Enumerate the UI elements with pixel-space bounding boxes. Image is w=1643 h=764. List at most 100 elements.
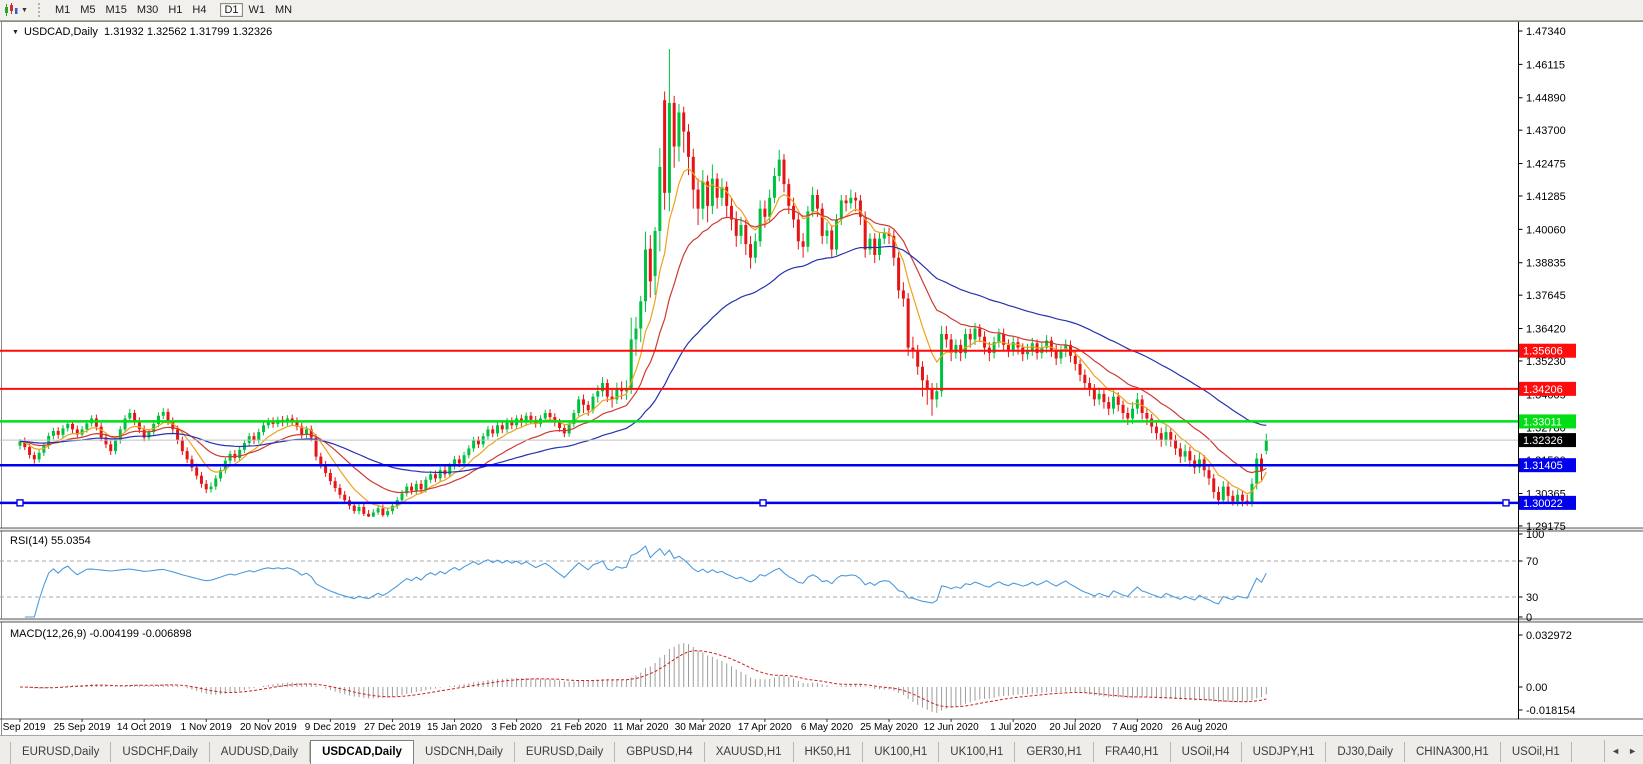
svg-text:17 Apr 2020: 17 Apr 2020 (738, 722, 792, 733)
macd-pane: 0.032972 0.00 -0.018154 (19, 630, 1576, 717)
timeframe-button-m1[interactable]: M1 (51, 3, 74, 17)
pane-frame (0, 21, 1643, 720)
ma-fast-line (19, 167, 1267, 509)
svg-text:0: 0 (1526, 612, 1532, 624)
svg-text:1.33011: 1.33011 (1523, 416, 1562, 428)
chart-tab-fra40-h1[interactable]: FRA40,H1 (1094, 742, 1171, 762)
chart-tab-uk100-h1[interactable]: UK100,H1 (863, 742, 940, 762)
moving-averages (19, 167, 1267, 509)
tab-bar-corner (0, 742, 11, 764)
chart-tab-usdchf-daily[interactable]: USDCHF,Daily (111, 742, 210, 762)
svg-text:7 Aug 2020: 7 Aug 2020 (1112, 722, 1163, 733)
svg-text:100: 100 (1526, 529, 1544, 541)
rsi-pane: 100 70 30 0 (0, 529, 1544, 624)
line-handle (16, 499, 24, 507)
macd-signal-line (19, 650, 1267, 708)
chart-tab-eurusd-daily[interactable]: EURUSD,Daily (11, 742, 112, 762)
svg-text:21 Feb 2020: 21 Feb 2020 (551, 722, 608, 733)
rsi-line (24, 545, 1267, 618)
price-axis[interactable]: 1.47340 1.46115 1.44890 1.43700 1.42475 1.412… (1518, 26, 1577, 533)
svg-text:0.032972: 0.032972 (1526, 630, 1572, 642)
timeframe-button-m30[interactable]: M30 (133, 3, 162, 17)
ohlc-values: 1.31932 1.32562 1.31799 1.32326 (104, 26, 273, 38)
line-handle (1502, 499, 1510, 507)
chart-tab-usdcad-daily[interactable]: USDCAD,Daily (310, 740, 414, 764)
svg-text:70: 70 (1526, 556, 1538, 568)
svg-text:1.40060: 1.40060 (1526, 224, 1566, 236)
tab-scroll-right-icon[interactable]: ► (1628, 746, 1637, 756)
chart-tab-ger30-h1[interactable]: GER30,H1 (1015, 742, 1094, 762)
svg-text:11 Mar 2020: 11 Mar 2020 (613, 722, 669, 733)
chart-tab-china300-h1[interactable]: CHINA300,H1 (1405, 742, 1501, 762)
svg-text:1.35606: 1.35606 (1523, 346, 1563, 358)
svg-text:25 May 2020: 25 May 2020 (860, 722, 918, 733)
svg-text:30: 30 (1526, 592, 1538, 604)
svg-text:1.44890: 1.44890 (1526, 93, 1566, 105)
chart-tab-usdjpy-h1[interactable]: USDJPY,H1 (1242, 742, 1327, 762)
chart-tab-bar: EURUSD,Daily USDCHF,Daily AUDUSD,Daily USDC… (0, 735, 1643, 764)
timeframe-button-w1[interactable]: W1 (245, 3, 270, 17)
svg-text:1.32326: 1.32326 (1523, 435, 1563, 447)
chart-tab-audusd-daily[interactable]: AUDUSD,Daily (210, 742, 311, 762)
svg-text:15 Jan 2020: 15 Jan 2020 (427, 722, 482, 733)
svg-text:12 Jun 2020: 12 Jun 2020 (924, 722, 979, 733)
svg-text:1.36420: 1.36420 (1526, 324, 1566, 336)
line-handle (759, 499, 767, 507)
svg-text:1.35230: 1.35230 (1526, 356, 1566, 368)
svg-text:3 Feb 2020: 3 Feb 2020 (491, 722, 542, 733)
chart-canvas[interactable]: 1.47340 1.46115 1.44890 1.43700 1.42475 1.412… (0, 21, 1643, 735)
svg-text:1.30022: 1.30022 (1523, 498, 1563, 510)
svg-text:1.42475: 1.42475 (1526, 159, 1566, 171)
chart-tab-dj30-daily[interactable]: DJ30,Daily (1326, 742, 1405, 762)
timeframe-button-m15[interactable]: M15 (102, 3, 131, 17)
chart-title: ▼ USDCAD,Daily 1.31932 1.32562 1.31799 1.… (12, 26, 272, 38)
rsi-indicator-label: RSI(14) 55.0354 (10, 535, 91, 547)
chart-tab-eurusd-daily[interactable]: EURUSD,Daily (515, 742, 616, 762)
svg-text:6 Sep 2019: 6 Sep 2019 (0, 722, 46, 733)
chart-type-button[interactable]: ▼ (0, 3, 32, 17)
svg-text:1.41285: 1.41285 (1526, 191, 1566, 203)
timeframe-toolbar: ▼ M1 M5 M15 M30 H1 H4 D1 W1 MN (0, 0, 1643, 21)
timeframe-buttons: M1 M5 M15 M30 H1 H4 D1 W1 MN (50, 2, 305, 18)
chart-tab-usoil-h4[interactable]: USOil,H4 (1171, 742, 1242, 762)
svg-text:30 Mar 2020: 30 Mar 2020 (675, 722, 732, 733)
svg-text:1.43700: 1.43700 (1526, 125, 1566, 137)
svg-text:1 Jul 2020: 1 Jul 2020 (990, 722, 1037, 733)
svg-text:-0.018154: -0.018154 (1526, 705, 1576, 717)
timeframe-button-m5[interactable]: M5 (76, 3, 99, 17)
chart-tab-uk100-h1[interactable]: UK100,H1 (939, 742, 1016, 762)
chart-tab-xauusd-h1[interactable]: XAUUSD,H1 (705, 742, 794, 762)
ma-slow-line (19, 245, 1267, 474)
chart-tab-gbpusd-h4[interactable]: GBPUSD,H4 (615, 742, 705, 762)
svg-text:20 Nov 2019: 20 Nov 2019 (240, 722, 297, 733)
macd-indicator-label: MACD(12,26,9) -0.004199 -0.006898 (10, 628, 192, 640)
svg-text:9 Dec 2019: 9 Dec 2019 (305, 722, 357, 733)
time-axis[interactable]: 6 Sep 2019 25 Sep 2019 14 Oct 2019 1 Nov 20… (0, 719, 1228, 733)
chart-tab-hk50-h1[interactable]: HK50,H1 (794, 742, 864, 762)
chart-tab-usoil-h1[interactable]: USOil,H1 (1501, 742, 1572, 762)
timeframe-button-h1[interactable]: H1 (164, 3, 186, 17)
timeframe-button-h4[interactable]: H4 (188, 3, 210, 17)
svg-text:1 Nov 2019: 1 Nov 2019 (181, 722, 233, 733)
svg-text:14 Oct 2019: 14 Oct 2019 (117, 722, 172, 733)
tab-scroll-buttons: ◄ ► (1604, 740, 1643, 762)
chevron-down-icon[interactable]: ▼ (21, 7, 28, 14)
svg-text:1.31405: 1.31405 (1523, 460, 1563, 472)
mt4-terminal: { "toolbar": { "dropdown_arrow": "▼", "t… (0, 0, 1643, 764)
svg-text:20 Jul 2020: 20 Jul 2020 (1049, 722, 1101, 733)
tab-scroll-left-icon[interactable]: ◄ (1611, 746, 1620, 756)
horizontal-lines[interactable] (0, 349, 1518, 507)
svg-text:25 Sep 2019: 25 Sep 2019 (54, 722, 111, 733)
timeframe-button-d1[interactable]: D1 (220, 3, 243, 17)
candlestick-chart-icon (5, 3, 18, 16)
candles (18, 48, 1268, 518)
svg-text:26 Aug 2020: 26 Aug 2020 (1171, 722, 1228, 733)
timeframe-button-mn[interactable]: MN (271, 3, 296, 17)
chart-tabs: EURUSD,Daily USDCHF,Daily AUDUSD,Daily USDC… (11, 740, 1572, 764)
svg-text:0.00: 0.00 (1526, 682, 1547, 694)
svg-text:1.37645: 1.37645 (1526, 290, 1566, 302)
chart-window[interactable]: ▼ USDCAD,Daily 1.31932 1.32562 1.31799 1.… (0, 21, 1643, 735)
one-click-trading-arrow[interactable]: ▼ (12, 29, 19, 36)
chart-tab-usdcnh-daily[interactable]: USDCNH,Daily (414, 742, 515, 762)
svg-text:1.47340: 1.47340 (1526, 26, 1566, 38)
